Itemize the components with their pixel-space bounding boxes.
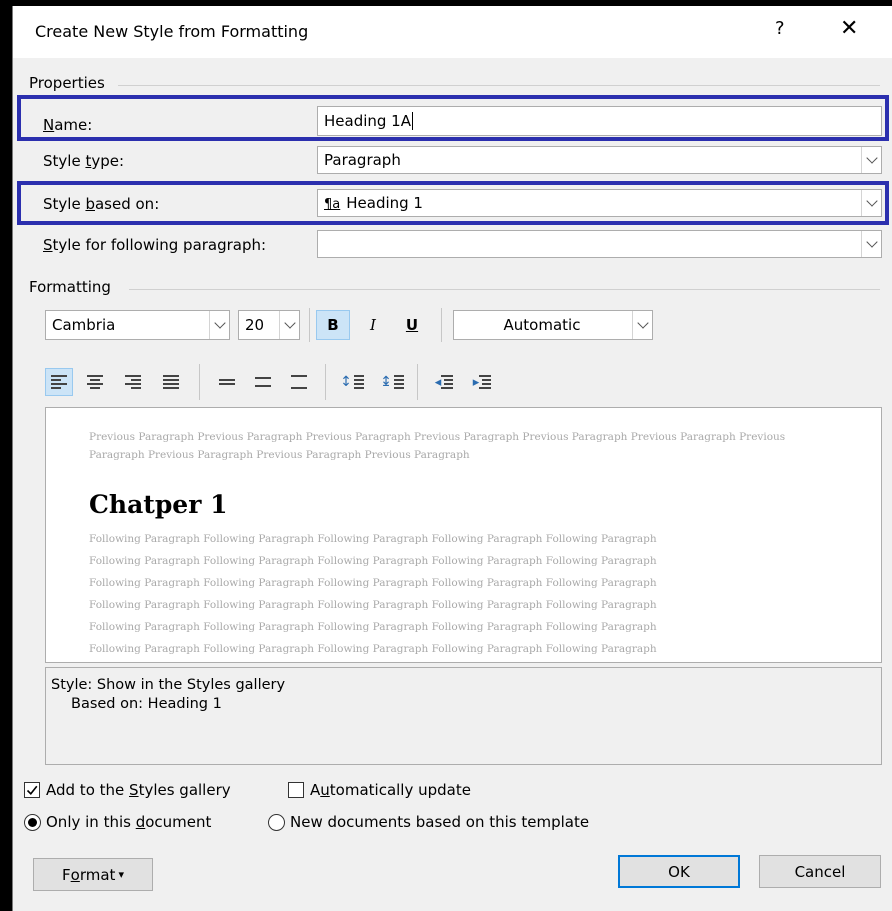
based-on-label: Style based on: [43,195,160,213]
only-this-document-label[interactable]: Only in this document [46,813,211,831]
italic-button[interactable]: I [356,310,390,340]
single-spacing-button[interactable] [213,368,241,396]
chevron-down-icon [866,195,878,207]
align-center-icon [87,375,103,389]
align-left-button[interactable] [45,368,73,396]
indent-lines-icon [441,375,454,389]
toolbar-separator [199,364,200,400]
increase-indent-button[interactable]: ▸ [467,368,497,396]
format-button[interactable]: Fo rmat ▾ [33,858,153,891]
new-documents-radio[interactable] [268,814,285,831]
spacing-lines-icon [393,375,404,389]
single-spacing-icon [219,379,235,385]
description-line: Based on: Heading 1 [71,696,222,712]
paragraph-style-icon: ¶a [324,197,341,212]
style-type-dropdown-button[interactable] [861,147,881,173]
chevron-down-icon [284,317,296,329]
spacing-after-icon: ↨ [380,374,392,390]
properties-section-label: Properties [29,74,105,92]
formatting-divider [129,289,880,290]
font-dropdown-button[interactable] [209,311,229,339]
following-line: Following Paragraph Following Paragraph … [89,555,657,567]
title-bar: Create New Style from Formatting ? ✕ [13,6,892,58]
following-paragraph-sample: Following Paragraph Following Paragraph … [89,528,829,660]
following-line: Following Paragraph Following Paragraph … [89,599,657,611]
align-right-button[interactable] [119,368,147,396]
based-on-dropdown-button[interactable] [861,190,881,216]
decrease-spacing-before-button[interactable]: ↨ [377,368,407,396]
preview-heading: Chatper 1 [89,490,228,519]
color-dropdown-button[interactable] [632,311,652,339]
following-line: Following Paragraph Following Paragraph … [89,643,657,655]
cancel-button[interactable]: Cancel [759,855,881,888]
following-line: Following Paragraph Following Paragraph … [89,533,657,545]
bold-button[interactable]: B [316,310,350,340]
new-documents-label[interactable]: New documents based on this template [290,813,589,831]
following-paragraph-dropdown-button[interactable] [861,231,881,257]
chevron-down-icon [866,152,878,164]
dialog-title: Create New Style from Formatting [35,22,309,41]
previous-paragraph-sample: Previous Paragraph Previous Paragraph Pr… [89,431,786,461]
decrease-indent-button[interactable]: ◂ [429,368,459,396]
name-label: Name: [43,116,93,134]
chevron-down-icon [866,236,878,248]
add-to-gallery-checkbox[interactable] [24,782,40,798]
only-this-document-radio[interactable] [24,814,41,831]
underline-button[interactable]: U [395,310,429,340]
indent-lines-icon [479,375,492,389]
description-line: Style: Show in the Styles gallery [51,677,286,693]
create-style-dialog: Create New Style from Formatting ? ✕ Pro… [12,6,892,911]
following-paragraph-label: Style for following paragraph: [43,236,267,254]
justify-button[interactable] [157,368,185,396]
one-half-spacing-icon [255,377,271,387]
toolbar-separator [325,364,326,400]
style-description: Style: Show in the Styles gallery Based … [45,667,882,765]
chevron-down-icon [214,317,226,329]
help-icon[interactable]: ? [775,18,785,39]
toolbar-separator [309,308,310,342]
toolbar-separator [441,308,442,342]
spacing-lines-icon [353,375,364,389]
spacing-before-icon: ↕ [340,374,352,390]
radio-dot-icon [28,818,37,827]
font-color-select[interactable]: Automatic [453,310,653,340]
align-left-icon [51,375,67,389]
font-size-dropdown-button[interactable] [279,311,299,339]
justify-icon [163,375,179,389]
toolbar-separator [417,364,418,400]
add-to-gallery-label[interactable]: Add to the Styles gallery [46,781,231,799]
auto-update-label[interactable]: Automatically update [310,781,471,799]
style-type-label: Style type: [43,152,125,170]
double-spacing-button[interactable] [285,368,313,396]
align-right-icon [125,375,141,389]
following-line: Following Paragraph Following Paragraph … [89,577,657,589]
one-half-spacing-button[interactable] [249,368,277,396]
following-line: Following Paragraph Following Paragraph … [89,621,657,633]
formatting-section-label: Formatting [29,278,111,296]
following-paragraph-select[interactable] [317,230,882,258]
align-center-button[interactable] [81,368,109,396]
font-name-select[interactable]: Cambria [45,310,230,340]
based-on-select[interactable]: ¶a Heading 1 [317,189,882,217]
name-input[interactable]: Heading 1A [317,106,882,136]
chevron-down-icon [637,317,649,329]
properties-divider [118,85,880,86]
style-type-select[interactable]: Paragraph [317,146,882,174]
ok-button[interactable]: OK [618,855,740,888]
increase-spacing-before-button[interactable]: ↕ [337,368,367,396]
auto-update-checkbox[interactable] [288,782,304,798]
close-icon[interactable]: ✕ [840,16,858,41]
double-spacing-icon [291,375,307,389]
dropdown-arrow-icon: ▾ [118,868,124,881]
style-preview-pane: Previous Paragraph Previous Paragraph Pr… [45,407,882,663]
checkmark-icon [26,785,38,796]
